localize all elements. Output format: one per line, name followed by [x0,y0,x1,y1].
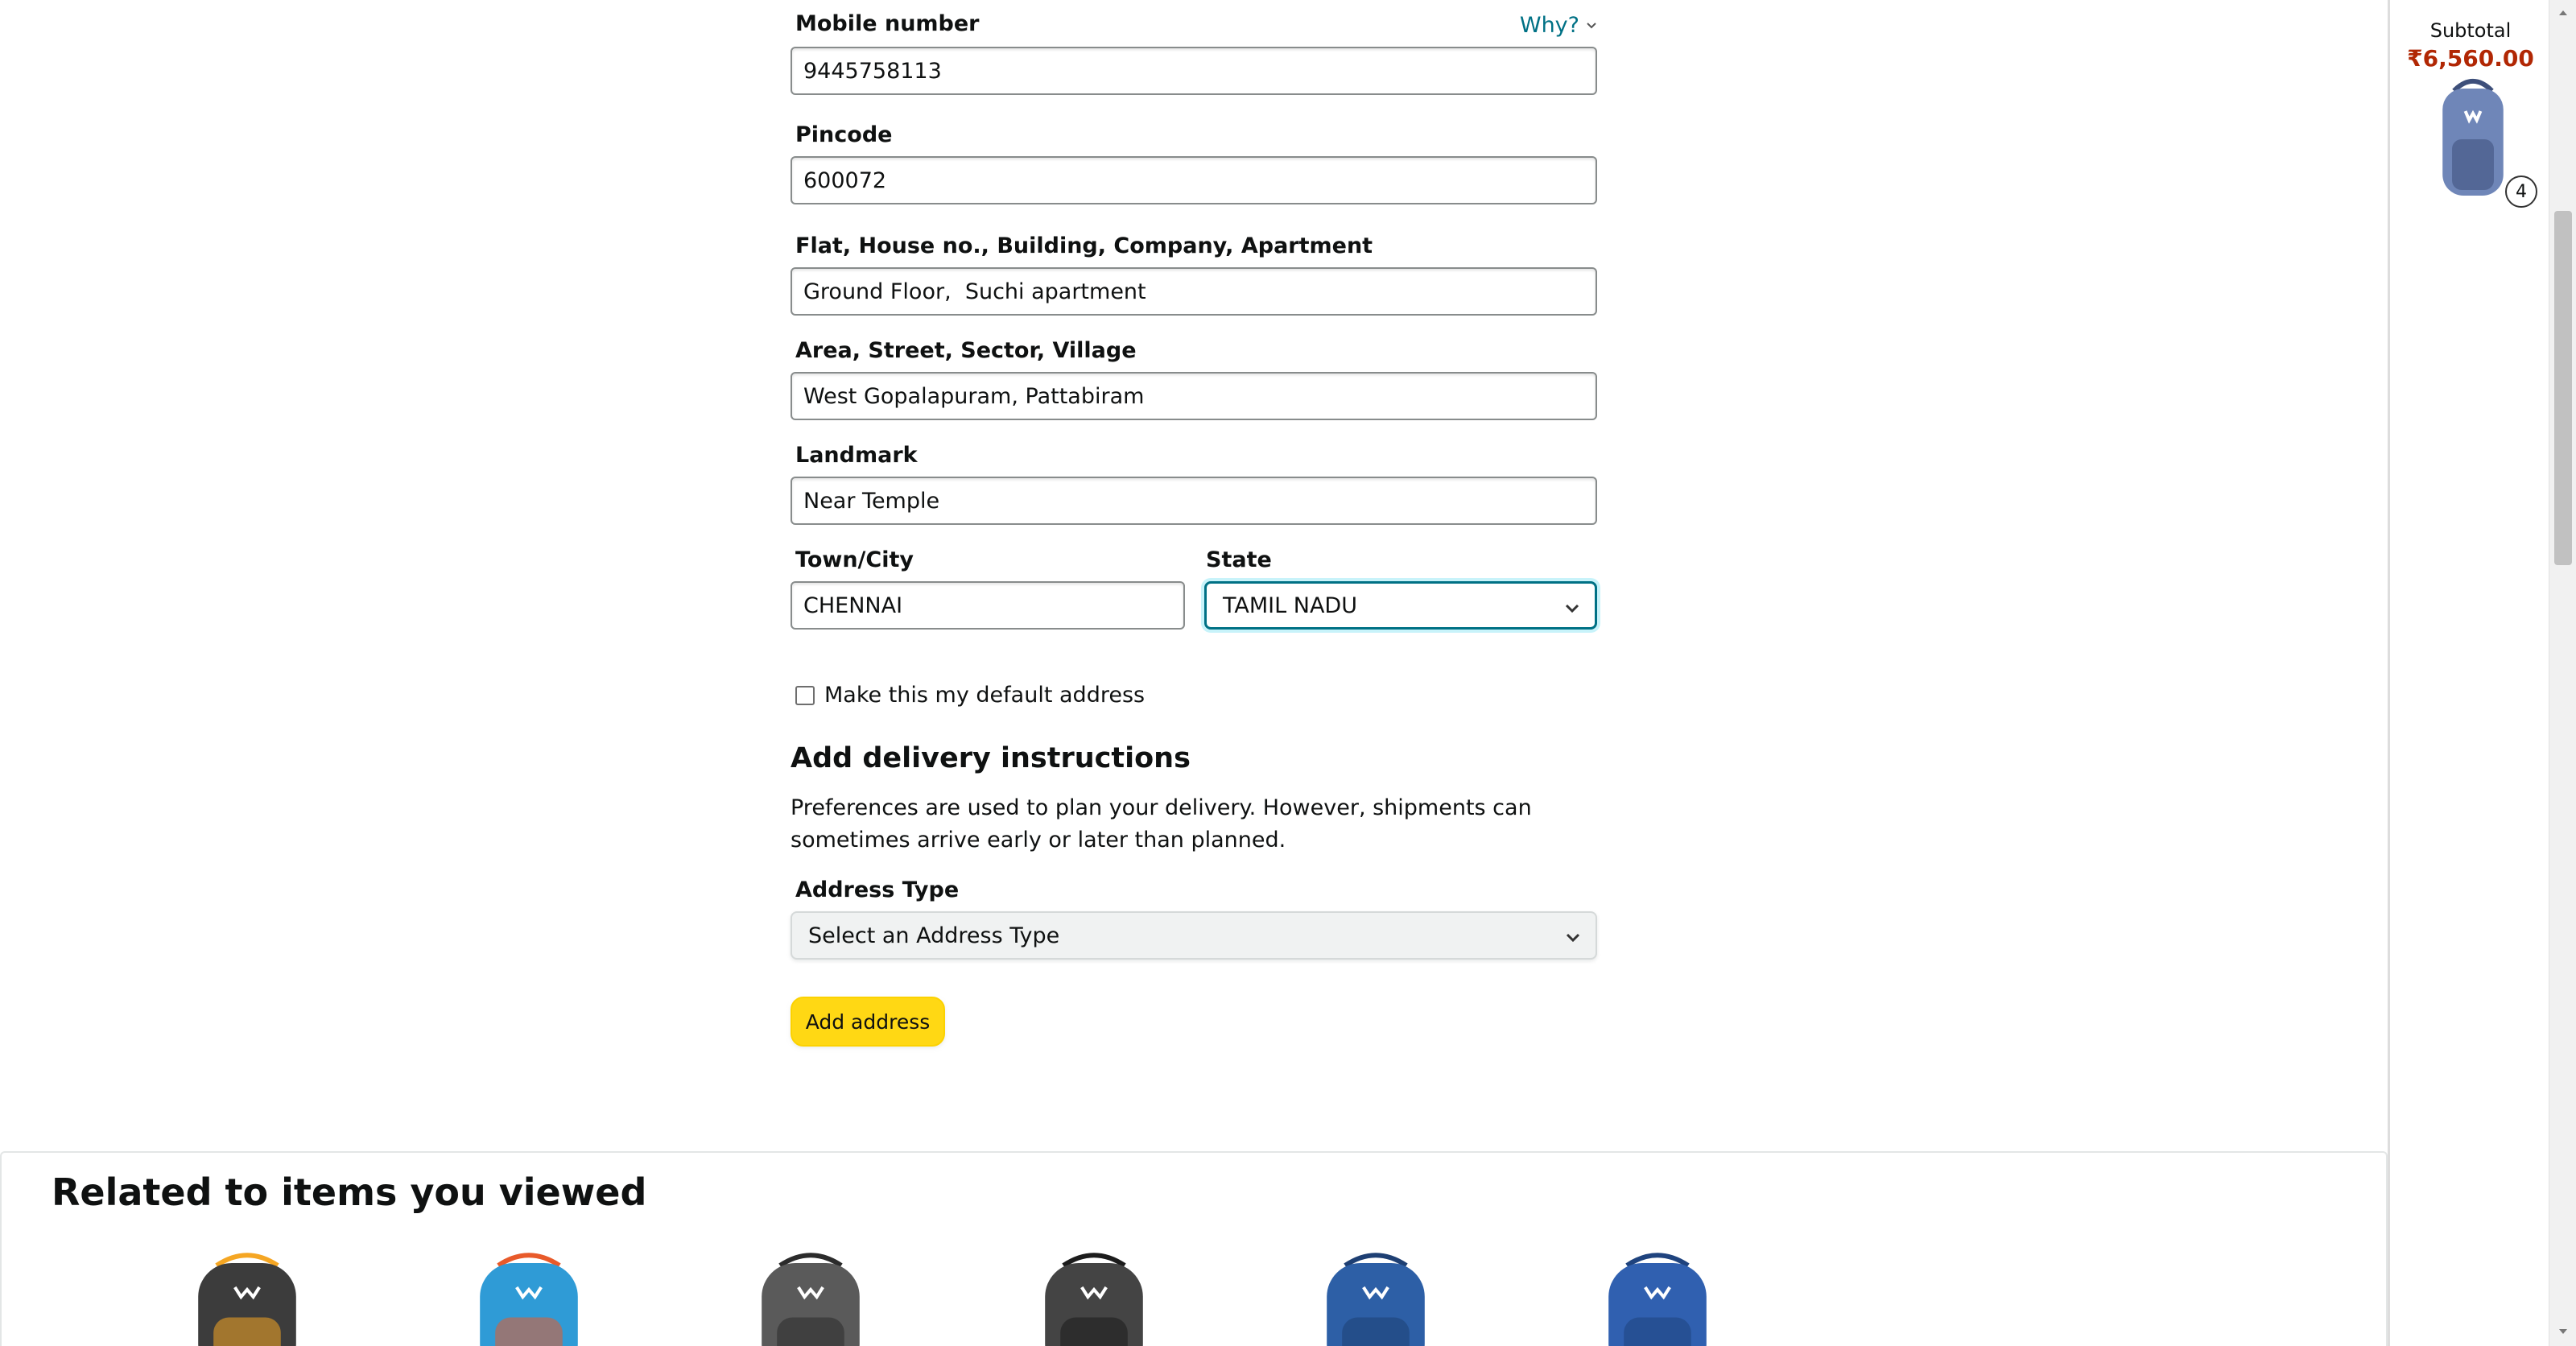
flat-label: Flat, House no., Building, Company, Apar… [795,233,1373,258]
related-product-card[interactable] [1299,1251,1452,1346]
area-label: Area, Street, Sector, Village [795,338,1137,363]
chevron-down-icon [1566,933,1580,943]
default-address-row: Make this my default address [795,683,1145,708]
related-product-card[interactable] [452,1251,605,1346]
state-label: State [1206,547,1272,572]
backpack-image [480,1253,578,1346]
flat-input[interactable] [791,267,1597,316]
backpack-image [762,1253,860,1346]
backpack-image [2442,78,2504,196]
backpack-image [1608,1253,1707,1346]
page-scrollbar[interactable] [2549,0,2576,1346]
related-items-section: Related to items you viewed [0,1151,2388,1346]
default-address-label[interactable]: Make this my default address [824,683,1145,708]
state-select[interactable]: TAMIL NADU [1204,581,1597,630]
chevron-down-icon [1587,22,1596,28]
chevron-down-icon [1565,604,1579,613]
related-product-card[interactable] [734,1251,887,1346]
delivery-instructions-description: Preferences are used to plan your delive… [791,795,1532,853]
landmark-label: Landmark [795,443,918,468]
state-select-value: TAMIL NADU [1223,592,1357,618]
mobile-label: Mobile number [795,11,980,36]
backpack-image [198,1253,296,1346]
area-input[interactable] [791,372,1597,420]
related-product-card[interactable] [171,1251,324,1346]
city-label: Town/City [795,547,914,572]
related-product-card[interactable] [1581,1251,1734,1346]
cart-quantity-badge: 4 [2505,175,2537,208]
landmark-input[interactable] [791,477,1597,525]
backpack-image [1045,1253,1143,1346]
related-items-title: Related to items you viewed [52,1171,647,1214]
address-type-select[interactable]: Select an Address Type [791,911,1597,960]
subtotal-label: Subtotal [2429,19,2512,42]
scrollbar-thumb[interactable] [2554,211,2572,565]
address-type-select-value: Select an Address Type [808,923,1060,948]
add-address-button[interactable]: Add address [791,997,945,1047]
pincode-input[interactable] [791,156,1597,204]
delivery-instructions-heading: Add delivery instructions [791,742,1191,774]
default-address-checkbox[interactable] [795,685,815,705]
mobile-number-input[interactable] [791,47,1597,95]
scroll-up-arrow-icon[interactable] [2557,6,2570,19]
why-link-text: Why? [1519,13,1579,38]
backpack-image [1327,1253,1425,1346]
why-link[interactable]: Why? [1520,13,1597,38]
pincode-label: Pincode [795,122,893,147]
scroll-down-arrow-icon[interactable] [2557,1325,2570,1338]
related-product-card[interactable] [1018,1251,1170,1346]
subtotal-price: ₹6,560.00 [2407,45,2534,72]
city-input[interactable] [791,581,1185,630]
cart-item-thumbnail[interactable] [2425,77,2520,198]
address-type-label: Address Type [795,877,960,902]
